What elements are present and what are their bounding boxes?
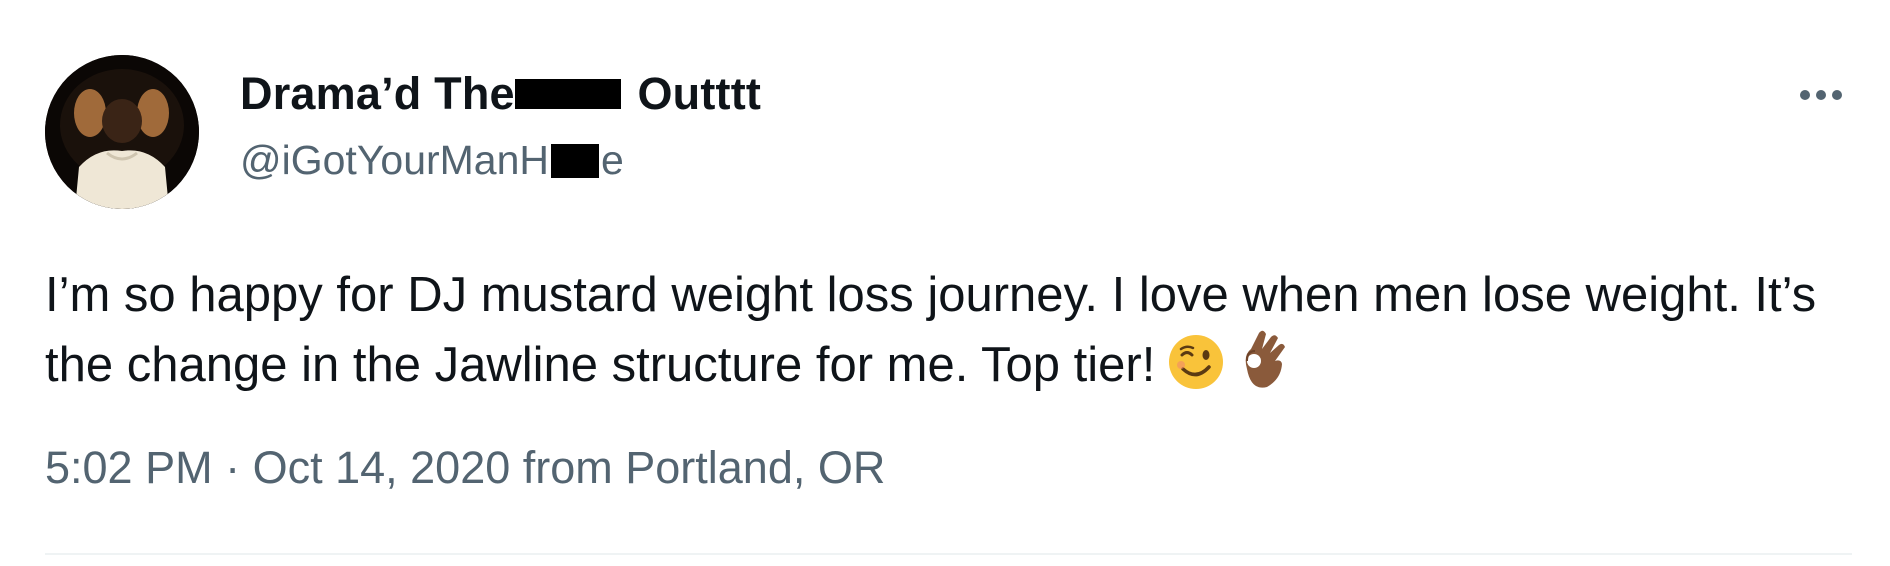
handle-text-start: @iGotYourManH xyxy=(240,137,550,183)
avatar[interactable] xyxy=(45,55,199,209)
ok-hand-emoji xyxy=(1237,329,1289,409)
tweet-card: Drama’d The Outttt @iGotYourManH e I’m so… xyxy=(0,0,1890,566)
tweet-text: I’m so happy for DJ mustard weight loss … xyxy=(45,262,1845,409)
tweet-text-body: I’m so happy for DJ mustard weight loss … xyxy=(45,268,1817,392)
author-display-name[interactable]: Drama’d The Outttt xyxy=(240,66,761,122)
more-options-button[interactable] xyxy=(1786,70,1856,120)
author-handle[interactable]: @iGotYourManH e xyxy=(240,132,624,188)
divider xyxy=(45,553,1852,555)
winking-face-emoji xyxy=(1167,333,1225,409)
tweet-timestamp[interactable]: 5:02 PM · Oct 14, 2020 from Portland, OR xyxy=(45,440,885,496)
avatar-photo xyxy=(45,55,199,209)
handle-text-end: e xyxy=(601,137,624,183)
display-name-text-end: Outttt xyxy=(624,68,762,119)
redaction-bar xyxy=(514,79,621,109)
more-horizontal-icon xyxy=(1800,90,1842,100)
display-name-text-start: Drama’d The xyxy=(240,68,515,119)
redaction-bar xyxy=(551,144,600,178)
